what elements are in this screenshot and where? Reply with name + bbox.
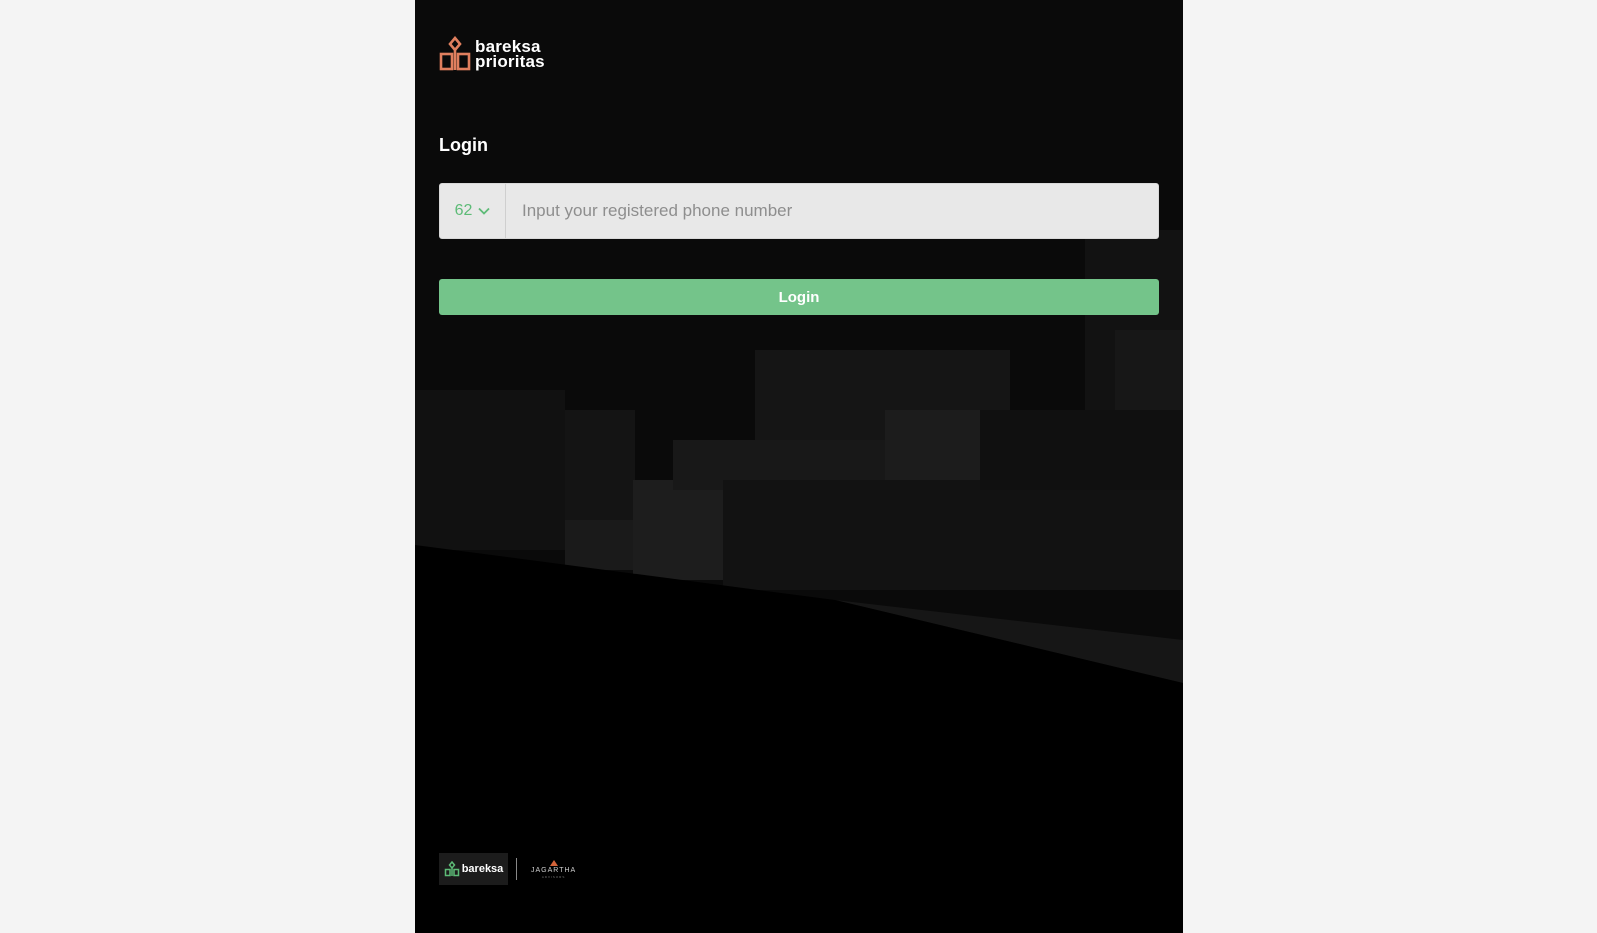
phone-input-group: 62 (439, 183, 1159, 239)
login-button[interactable]: Login (439, 279, 1159, 315)
bareksa-logo-icon (444, 861, 459, 877)
bareksa-prioritas-logo-icon (439, 36, 471, 71)
bareksa-logo-text: bareksa (461, 863, 504, 875)
login-panel: bareksa prioritas Login 62 Login (415, 0, 1183, 933)
bareksa-prioritas-logo[interactable]: bareksa prioritas (439, 36, 545, 72)
jagartha-logo: JAGARTHA ADVISORS (531, 859, 577, 879)
partner-logos: bareksa JAGARTHA ADVISORS (439, 853, 576, 885)
background-pattern (415, 0, 1183, 933)
logo-divider (516, 858, 517, 880)
chevron-down-icon (478, 207, 491, 215)
country-code-select[interactable]: 62 (440, 184, 506, 238)
brand-line-2: prioritas (475, 52, 545, 71)
jagartha-logo-text: JAGARTHA (531, 866, 577, 874)
country-code-value: 62 (454, 202, 473, 219)
brand-name: bareksa prioritas (475, 38, 545, 71)
phone-number-input[interactable] (506, 184, 1158, 238)
bareksa-logo: bareksa (439, 853, 508, 885)
jagartha-logo-subtext: ADVISORS (541, 874, 566, 879)
login-title: Login (439, 135, 488, 155)
page-background: bareksa prioritas Login 62 Login (0, 0, 1597, 933)
